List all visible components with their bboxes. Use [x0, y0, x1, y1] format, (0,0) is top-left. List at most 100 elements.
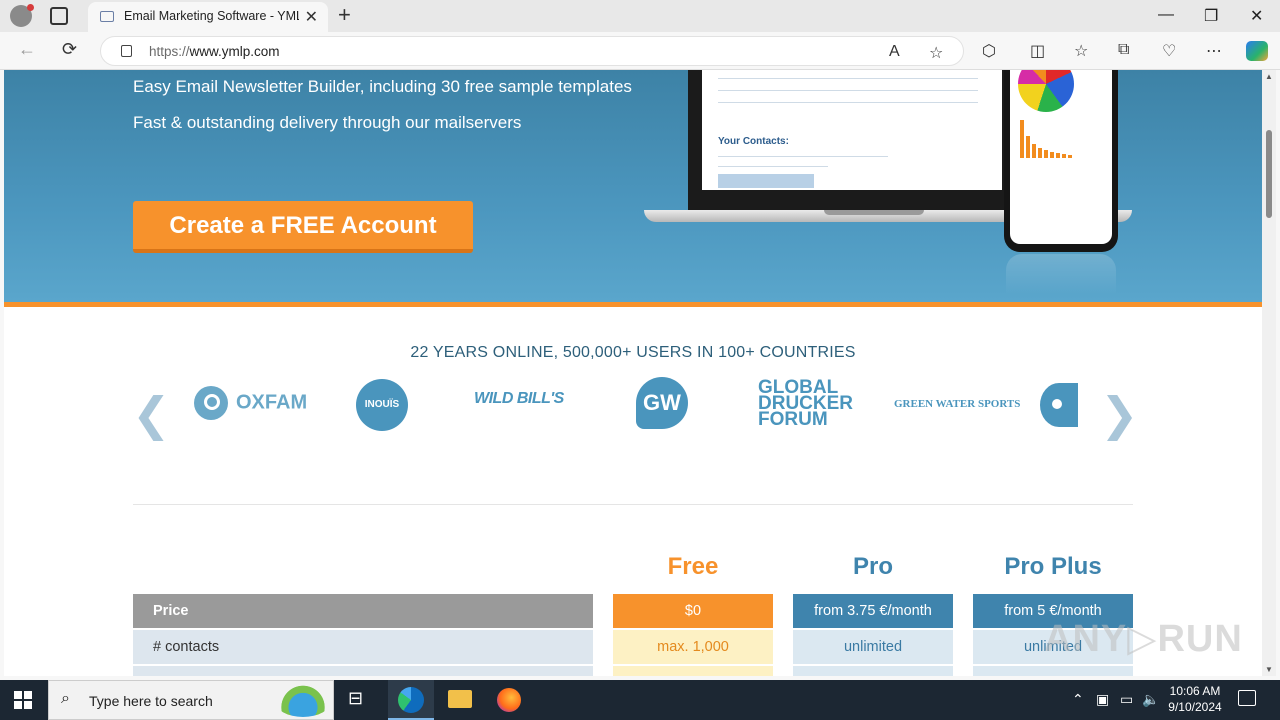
hero-section: Easy Email Newsletter Builder, including… [4, 70, 1262, 302]
extensions-icon[interactable]: ⬡ [982, 41, 996, 61]
favorite-star-icon[interactable]: ☆ [929, 43, 943, 63]
browser-essentials-icon[interactable]: ♡ [1162, 41, 1176, 61]
tray-chevron-icon[interactable]: ⌃ [1072, 691, 1084, 708]
bar-graphic [1056, 153, 1060, 158]
next-row-label [133, 666, 593, 676]
hero-feature-templates: Easy Email Newsletter Builder, including… [133, 77, 632, 96]
bar-graphic [1026, 136, 1030, 158]
green-water-sports-logo: GREEN WATER SPORTS [894, 398, 1021, 410]
pro-plus-next-cell [973, 666, 1133, 676]
bar-graphic [1032, 144, 1036, 158]
page-scrollbar[interactable]: ▲ ▼ [1262, 70, 1276, 676]
url-scheme: https:// [149, 44, 190, 59]
favorites-icon[interactable]: ☆ [1074, 41, 1088, 61]
hero-divider [4, 302, 1262, 307]
oxfam-ring-icon [194, 386, 228, 420]
taskbar-clock[interactable]: 10:06 AM 9/10/2024 [1160, 683, 1230, 715]
page-viewport: Easy Email Newsletter Builder, including… [4, 70, 1262, 676]
network-icon[interactable]: ▭ [1120, 691, 1133, 708]
pro-price-cell: from 3.75 €/month [793, 594, 953, 628]
windows-start-icon[interactable] [14, 691, 32, 709]
bar-graphic [1044, 150, 1048, 158]
lock-icon[interactable] [121, 45, 132, 57]
laptop-image: Your Contacts: [688, 70, 1016, 210]
tab-actions-icon[interactable] [50, 7, 68, 25]
phone-image [1004, 70, 1118, 252]
plan-pro-plus-heading: Pro Plus [1004, 553, 1102, 580]
phone-reflection [1006, 254, 1116, 294]
back-arrow-icon[interactable]: ← [18, 39, 36, 60]
oxfam-logo: OXFAM [194, 386, 307, 420]
tab-ymlp[interactable]: Email Marketing Software - YMLP ✕ [88, 2, 328, 32]
search-placeholder: Type here to search [89, 693, 213, 709]
read-aloud-icon[interactable]: A [889, 43, 900, 61]
more-menu-icon[interactable]: ⋯ [1206, 41, 1222, 61]
price-row-label: Price [133, 594, 593, 628]
laptop-contacts-heading: Your Contacts: [718, 136, 789, 147]
tab-close-icon[interactable]: ✕ [305, 7, 318, 27]
carousel-prev-icon[interactable]: ❮ [132, 387, 171, 441]
address-bar[interactable]: https://www.ymlp.com A ☆ [100, 36, 964, 66]
anyrun-watermark: ANY▷RUN [1044, 618, 1243, 660]
laptop-row [718, 156, 888, 157]
partial-client-logo [1040, 383, 1078, 427]
split-screen-icon[interactable]: ◫ [1030, 41, 1045, 61]
minimize-button[interactable]: — [1158, 6, 1174, 24]
notifications-icon[interactable] [1238, 690, 1256, 706]
scroll-up-icon[interactable]: ▲ [1265, 72, 1273, 81]
bar-graphic [1020, 120, 1024, 158]
navigation-bar: ← ⟳ https://www.ymlp.com A ☆ ⬡ ◫ ☆ ⧉ ♡ ⋯ [0, 32, 1280, 70]
refresh-icon[interactable]: ⟳ [62, 39, 77, 60]
laptop-row [718, 78, 978, 79]
wild-bills-logo: WILD BILL'S [474, 390, 564, 407]
phone-screen [1010, 70, 1112, 244]
windows-taskbar: ⌕ Type here to search ⊟ ⌃ ▣ ▭ 🔈 10:06 AM… [0, 680, 1280, 720]
laptop-row [718, 102, 978, 103]
close-window-button[interactable]: ✕ [1250, 6, 1263, 26]
url-host: www.ymlp.com [189, 44, 280, 59]
url-text[interactable]: https://www.ymlp.com [149, 44, 280, 59]
tray-device-icon[interactable]: ▣ [1096, 691, 1109, 708]
gw-logo: GW [636, 377, 688, 429]
copilot-icon[interactable] [1246, 41, 1268, 61]
hero-feature-delivery: Fast & outstanding delivery through our … [133, 113, 522, 132]
scrollbar-thumb[interactable] [1266, 130, 1272, 218]
title-bar: Email Marketing Software - YMLP ✕ + — ❐ … [0, 0, 1280, 32]
pro-contacts-cell: unlimited [793, 630, 953, 664]
profile-avatar[interactable] [10, 4, 34, 27]
plan-free-heading: Free [667, 553, 719, 580]
volume-icon[interactable]: 🔈 [1142, 691, 1159, 708]
carousel-next-icon[interactable]: ❯ [1100, 387, 1139, 441]
bar-chart-graphic [1018, 118, 1108, 158]
file-explorer-icon[interactable] [448, 690, 472, 708]
tab-title: Email Marketing Software - YMLP [124, 9, 299, 23]
clock-time: 10:06 AM [1169, 684, 1221, 698]
laptop-contacts-table [718, 174, 814, 188]
plan-pro-heading: Pro [852, 553, 893, 580]
collections-icon[interactable]: ⧉ [1118, 41, 1129, 59]
pie-chart-graphic [1018, 70, 1074, 112]
bar-graphic [1068, 155, 1072, 158]
free-next-cell [613, 666, 773, 676]
section-divider [133, 504, 1133, 505]
firefox-icon[interactable] [497, 688, 521, 712]
search-highlight-icon [275, 685, 331, 717]
free-price-cell: $0 [613, 594, 773, 628]
taskbar-search-box[interactable]: ⌕ Type here to search [48, 680, 334, 720]
contacts-row-label: # contacts [133, 630, 593, 664]
laptop-screen-content: Your Contacts: [702, 70, 1002, 190]
laptop-row [718, 90, 978, 91]
maximize-button[interactable]: ❐ [1204, 6, 1218, 26]
bar-graphic [1050, 152, 1054, 158]
new-tab-button[interactable]: + [338, 2, 351, 28]
free-contacts-cell: max. 1,000 [613, 630, 773, 664]
search-icon: ⌕ [61, 690, 70, 707]
edge-browser-icon[interactable] [398, 687, 424, 713]
bar-graphic [1038, 148, 1042, 158]
laptop-notch [824, 210, 924, 215]
create-free-account-button[interactable]: Create a FREE Account [133, 201, 473, 253]
task-view-icon[interactable]: ⊟ [348, 688, 374, 712]
laptop-row [718, 166, 828, 167]
mail-favicon-icon [100, 11, 114, 22]
scroll-down-icon[interactable]: ▼ [1265, 665, 1273, 674]
